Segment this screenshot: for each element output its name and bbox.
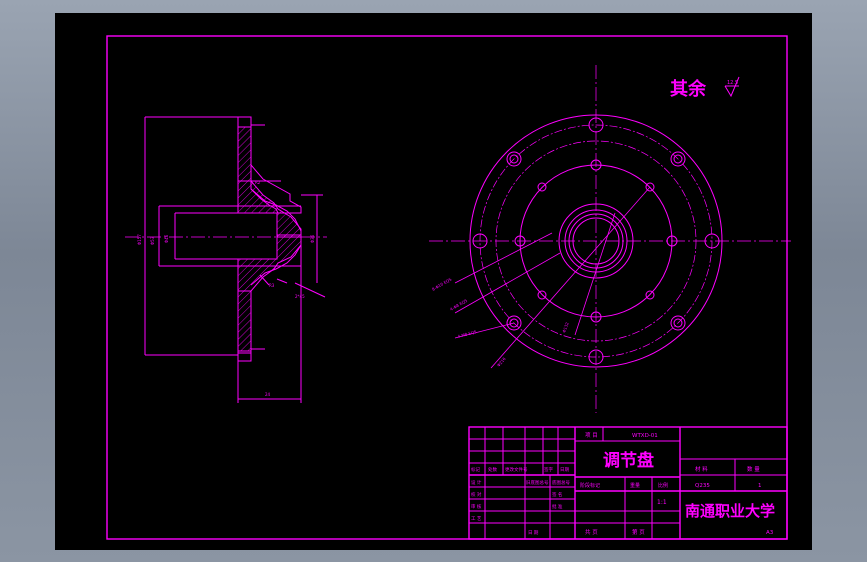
- part-name: 调节盘: [603, 450, 654, 471]
- school-name: 南通职业大学: [685, 502, 775, 520]
- drawing-sheet: R2 2*45 Φ157 Φ53 Φ46 Φ36 24 R3 8-Φ10 EQS…: [55, 13, 812, 550]
- svg-text:签字: 签字: [544, 466, 553, 473]
- svg-text:R3: R3: [269, 283, 275, 288]
- svg-text:8-Φ10 EQS: 8-Φ10 EQS: [431, 276, 453, 291]
- inner-frame: [106, 35, 788, 540]
- svg-text:R2: R2: [255, 180, 261, 185]
- svg-text:共 页: 共 页: [585, 528, 598, 536]
- svg-text:日 期: 日 期: [528, 530, 539, 536]
- section-view: [125, 116, 327, 403]
- svg-text:材 料: 材 料: [695, 465, 708, 473]
- svg-text:校 对: 校 对: [471, 491, 482, 498]
- svg-text:签 名: 签 名: [552, 491, 562, 498]
- svg-text:更改文件号: 更改文件号: [505, 466, 528, 473]
- svg-text:Φ53: Φ53: [150, 236, 155, 245]
- svg-text:标记: 标记: [471, 466, 480, 473]
- cad-drawing: R2 2*45 Φ157 Φ53 Φ46 Φ36 24 R3 8-Φ10 EQS…: [106, 35, 791, 540]
- svg-text:Φ46: Φ46: [164, 234, 169, 243]
- scale-value: 1:1: [657, 499, 667, 506]
- drawing-number: WTXD-01: [632, 433, 658, 439]
- svg-text:阶段标记: 阶段标记: [580, 482, 600, 489]
- svg-text:旧底图总号: 旧底图总号: [526, 479, 549, 486]
- svg-text:日期: 日期: [560, 467, 569, 473]
- svg-text:4-M8 EQS: 4-M8 EQS: [457, 329, 478, 339]
- material-value: Q235: [695, 483, 710, 489]
- front-view: [429, 65, 791, 413]
- svg-text:设 计: 设 计: [471, 479, 482, 486]
- svg-text:数 量: 数 量: [747, 465, 760, 473]
- svg-text:工 艺: 工 艺: [471, 516, 482, 522]
- svg-text:4-Φ8 EQS: 4-Φ8 EQS: [449, 298, 468, 312]
- flange-lower: [237, 290, 252, 356]
- svg-text:底图总号: 底图总号: [552, 479, 570, 486]
- svg-text:Φ157: Φ157: [137, 234, 142, 245]
- sheet-size: A3: [766, 530, 774, 536]
- title-block-text: 项 目 WTXD-01 调节盘 材 料 数 量 Q235 1 阶段标记 重量 比…: [471, 432, 775, 536]
- svg-text:第 页: 第 页: [632, 528, 645, 536]
- quantity-value: 1: [758, 483, 762, 489]
- svg-text:比例: 比例: [658, 482, 668, 489]
- svg-text:处数: 处数: [488, 466, 497, 473]
- svg-text:重量: 重量: [630, 482, 640, 489]
- svg-text:Φ216: Φ216: [496, 356, 507, 368]
- surface-note: 其余 12.5: [670, 76, 740, 100]
- svg-text:批 准: 批 准: [552, 503, 563, 510]
- svg-text:审 核: 审 核: [471, 503, 482, 510]
- svg-text:2*45: 2*45: [295, 294, 305, 299]
- surface-note-text: 其余: [670, 78, 707, 100]
- front-dim-labels: 8-Φ10 EQS 4-Φ8 EQS 4-M8 EQS Φ216 Φ132: [431, 276, 570, 367]
- title-block: [468, 426, 788, 540]
- hub-upper: [237, 180, 302, 238]
- svg-text:Φ36: Φ36: [310, 234, 315, 243]
- svg-text:项 目: 项 目: [585, 432, 598, 439]
- svg-text:24: 24: [265, 392, 271, 397]
- svg-text:Φ132: Φ132: [561, 321, 570, 333]
